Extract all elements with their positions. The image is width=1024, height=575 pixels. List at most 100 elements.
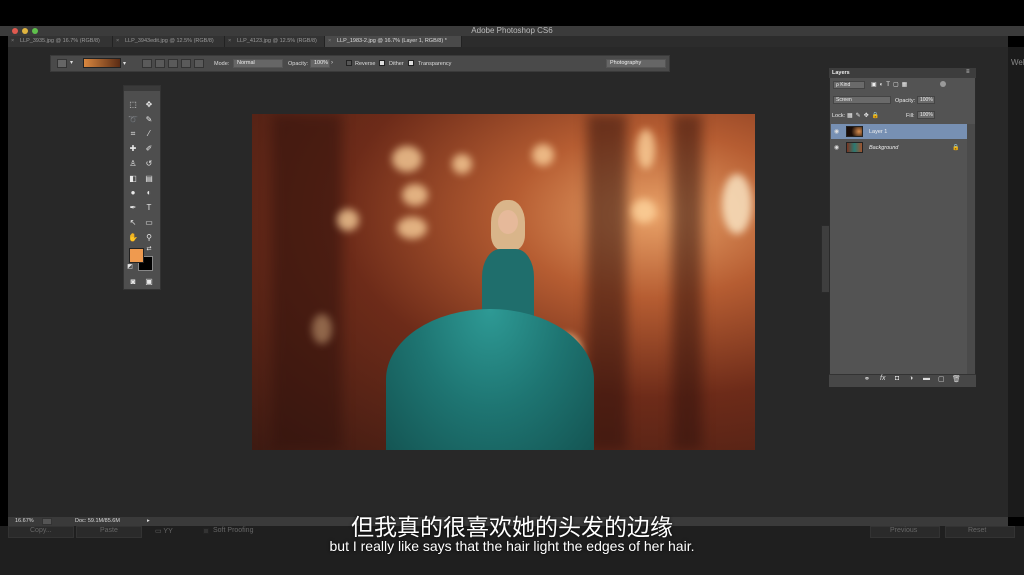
- chevron-down-icon[interactable]: ▾: [70, 59, 73, 66]
- filter-toggle-icon[interactable]: [940, 81, 946, 87]
- gradient-preview[interactable]: [83, 58, 121, 68]
- radial-gradient-button[interactable]: [155, 59, 165, 68]
- eye-icon[interactable]: ◉: [834, 144, 839, 151]
- blur-tool-icon[interactable]: ●: [127, 187, 139, 198]
- layer-name[interactable]: Layer 1: [869, 129, 887, 135]
- tools-panel-header[interactable]: [124, 86, 160, 91]
- tab-llp-1983-2[interactable]: × LLP_1983-2.jpg @ 16.7% (Layer 1, RGB/8)…: [325, 36, 462, 47]
- rectangle-tool-icon[interactable]: ▭: [143, 217, 155, 228]
- mode-select[interactable]: Normal: [233, 59, 283, 68]
- fill-input[interactable]: 100%: [917, 111, 935, 119]
- document-canvas-photo[interactable]: [252, 114, 755, 450]
- lock-icon: 🔒: [952, 145, 960, 151]
- foreground-color-swatch[interactable]: [129, 248, 144, 263]
- fx-icon[interactable]: fx: [880, 375, 885, 382]
- bokeh-light: [312, 314, 332, 344]
- bokeh-light: [637, 129, 655, 169]
- lasso-tool-icon[interactable]: ➰: [127, 114, 139, 125]
- bokeh-light: [392, 146, 422, 172]
- gradient-tool-icon[interactable]: ▤: [143, 173, 155, 184]
- layer-thumbnail: [846, 142, 863, 153]
- hand-tool-icon[interactable]: ✋: [127, 232, 139, 243]
- layer-opacity-input[interactable]: 100%: [917, 96, 935, 104]
- workspace-select[interactable]: Photography: [606, 59, 666, 68]
- collapsed-panel-dock[interactable]: [821, 225, 830, 293]
- screen-mode-icon[interactable]: ▣: [143, 276, 155, 287]
- filter-icons[interactable]: ▣◐T▢▦: [871, 81, 910, 88]
- opacity-input[interactable]: 100%: [310, 59, 330, 68]
- tab-llp-4123[interactable]: × LLP_4123.jpg @ 12.5% (RGB/8): [225, 36, 325, 47]
- crop-tool-icon[interactable]: ⌗: [127, 128, 139, 139]
- subtitle-english: but I really like says that the hair lig…: [329, 538, 695, 554]
- linear-gradient-button[interactable]: [142, 59, 152, 68]
- marquee-tool-icon[interactable]: ⬚: [127, 99, 139, 110]
- mode-label: Mode:: [214, 61, 230, 67]
- bokeh-light: [337, 209, 359, 231]
- quick-selection-tool-icon[interactable]: ✎: [143, 114, 155, 125]
- close-tab-icon[interactable]: ×: [328, 36, 331, 47]
- layer-thumbnail: [846, 126, 863, 137]
- tree-trunk-shape: [272, 114, 342, 450]
- history-brush-tool-icon[interactable]: ↺: [143, 158, 155, 169]
- bokeh-light: [532, 144, 554, 166]
- link-layers-icon[interactable]: ⚭: [864, 375, 870, 383]
- tab-llp-3943edit[interactable]: × LLP_3943edit.jpg @ 12.5% (RGB/8): [113, 36, 225, 47]
- chevron-right-icon[interactable]: ›: [331, 60, 333, 66]
- blend-mode-select[interactable]: Screen: [833, 96, 891, 104]
- add-mask-icon[interactable]: ◘: [895, 375, 899, 382]
- eyedropper-tool-icon[interactable]: ⁄: [143, 128, 155, 139]
- fill-label: Fill:: [906, 113, 915, 119]
- new-group-icon[interactable]: ▬: [923, 375, 930, 382]
- bokeh-light: [402, 184, 428, 206]
- subtitle-chinese: 但我真的很喜欢她的头发的边缘: [351, 515, 673, 541]
- path-selection-tool-icon[interactable]: ↖: [127, 217, 139, 228]
- transparency-checkbox[interactable]: [408, 60, 414, 66]
- reverse-checkbox[interactable]: [346, 60, 352, 66]
- trash-icon[interactable]: 🗑: [952, 375, 961, 383]
- lock-label: Lock:: [832, 113, 846, 119]
- layers-panel-title[interactable]: Layers: [832, 70, 850, 76]
- layer-opacity-label: Opacity:: [895, 98, 916, 104]
- transparency-label: Transparency: [418, 61, 452, 67]
- opacity-label: Opacity:: [288, 61, 309, 67]
- window-title: Adobe Photoshop CS6: [471, 26, 553, 35]
- reflected-gradient-button[interactable]: [181, 59, 191, 68]
- angle-gradient-button[interactable]: [168, 59, 178, 68]
- dodge-tool-icon[interactable]: ◐: [143, 187, 155, 198]
- chevron-down-icon[interactable]: ▾: [123, 60, 126, 67]
- close-tab-icon[interactable]: ×: [228, 36, 231, 47]
- move-tool-icon[interactable]: ✥: [143, 99, 155, 110]
- eye-icon[interactable]: ◉: [834, 128, 839, 135]
- web-label: Web: [1011, 58, 1024, 67]
- default-colors-icon[interactable]: ◩: [124, 262, 136, 273]
- layers-scrollbar[interactable]: [967, 124, 975, 374]
- zoom-tool-icon[interactable]: ⚲: [143, 232, 155, 243]
- layer-name[interactable]: Background: [869, 145, 898, 151]
- dither-checkbox[interactable]: [379, 60, 385, 66]
- bokeh-light: [632, 199, 656, 223]
- pen-tool-icon[interactable]: ✒: [127, 202, 139, 213]
- girl-face: [498, 210, 518, 234]
- lock-icons[interactable]: ▦✎✥🔒: [847, 112, 882, 119]
- adjustment-layer-icon[interactable]: ◑: [909, 375, 913, 382]
- eraser-tool-icon[interactable]: ◧: [127, 173, 139, 184]
- diamond-gradient-button[interactable]: [194, 59, 204, 68]
- filter-kind-select[interactable]: ρ Kind: [833, 81, 865, 89]
- tool-preset-picker[interactable]: [57, 59, 67, 68]
- dither-label: Dither: [389, 61, 404, 67]
- bokeh-light: [397, 217, 427, 239]
- reverse-label: Reverse: [355, 61, 376, 67]
- close-tab-icon[interactable]: ×: [11, 36, 14, 47]
- type-tool-icon[interactable]: T: [143, 202, 155, 213]
- clone-stamp-tool-icon[interactable]: ♙: [127, 158, 139, 169]
- brush-tool-icon[interactable]: ✐: [143, 143, 155, 154]
- close-tab-icon[interactable]: ×: [116, 36, 119, 47]
- swap-colors-icon[interactable]: ⇄: [143, 244, 155, 255]
- quick-mask-icon[interactable]: ◙: [127, 276, 139, 287]
- layers-panel-header: [829, 68, 976, 78]
- girl-dress-skirt: [386, 309, 594, 450]
- new-layer-icon[interactable]: ▢: [938, 375, 945, 383]
- tab-llp-3935[interactable]: × LLP_3935.jpg @ 16.7% (RGB/8): [8, 36, 113, 47]
- panel-menu-icon[interactable]: ≡: [966, 69, 970, 75]
- healing-brush-tool-icon[interactable]: ✚: [127, 143, 139, 154]
